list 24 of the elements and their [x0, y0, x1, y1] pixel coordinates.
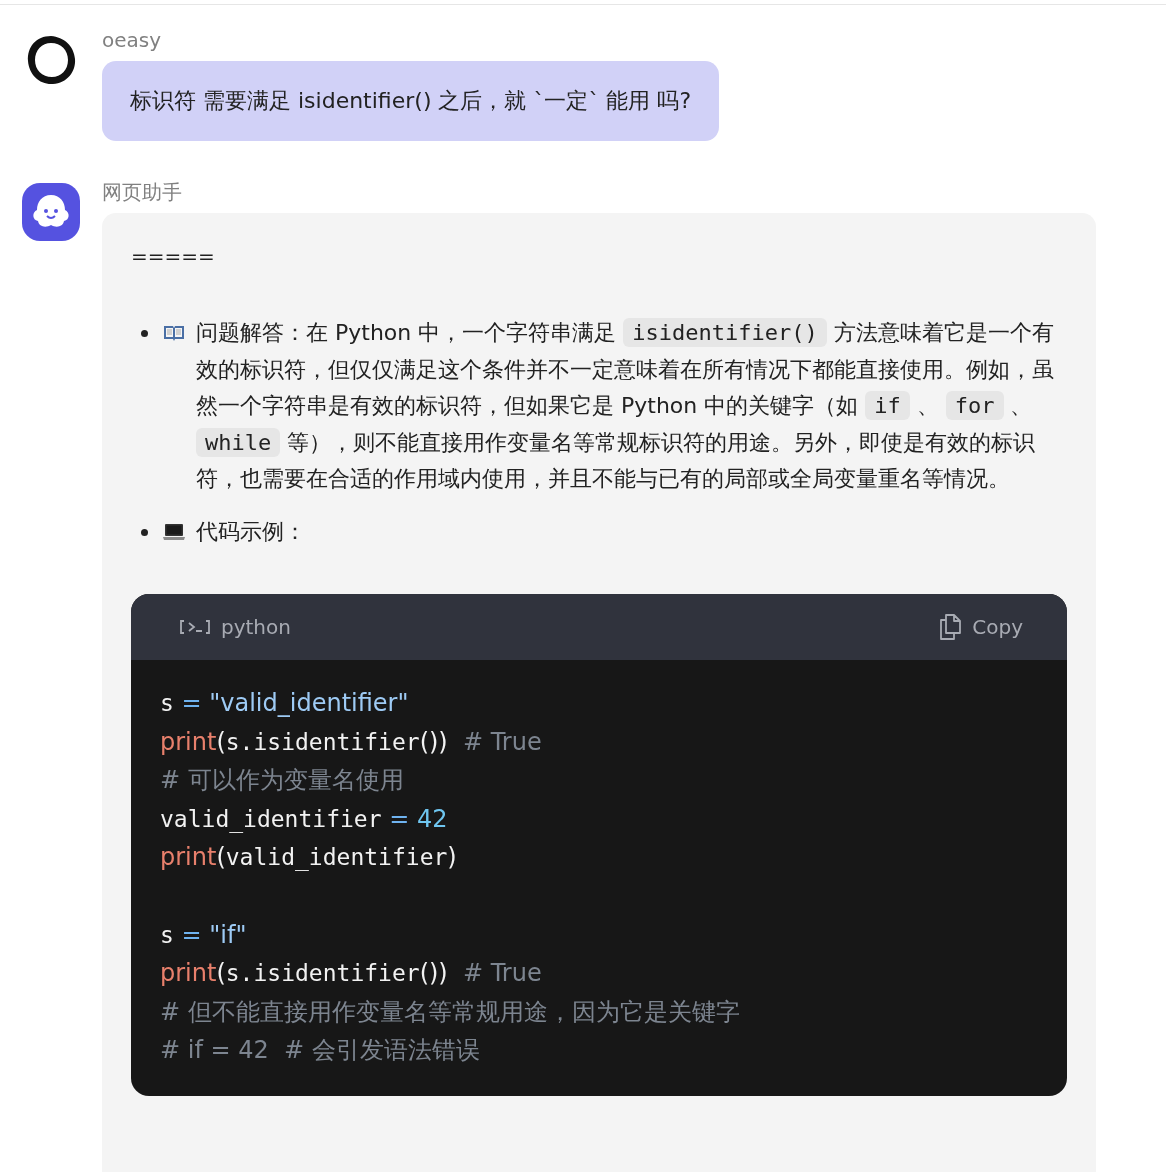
- copy-icon: [938, 613, 963, 641]
- code-line: s = "valid_identifier": [160, 689, 409, 717]
- open-book-icon: [162, 323, 186, 343]
- code-line: s = "if": [160, 920, 247, 949]
- code-line: valid_identifier = 42: [160, 804, 448, 833]
- terminal-icon: [179, 619, 211, 635]
- code-language: python: [221, 615, 291, 639]
- ghost-avatar-icon: [22, 183, 80, 241]
- answer-paragraph: 问题解答：在 Python 中，一个字符串满足 isidentifier() 方法意味着它是一个有效的标识符，但仅仅满足这个条件并不一定意味着在所有情况下都能直接使用。例如，虽然一个字符串是有效的标识符，但如果它是 Python 中的关键字（如 if 、 for 、 while 等），则不能直接用作变量名等常规标识符的用途。另外，即使是有效的标识符，也需要在合适的作用域内使用，并且不能与已有的局部或全局变量重名等情况。: [196, 317, 1055, 493]
- bullet-dot: [141, 330, 148, 337]
- separator-text: =====: [131, 243, 216, 270]
- laptop-icon: [162, 521, 186, 542]
- code-line: print(valid_identifier): [160, 843, 457, 872]
- assistant-name: 网页助手: [102, 179, 182, 205]
- user-message: 标识符 需要满足 isidentifier() 之后，就 `一定` 能用 吗?: [102, 61, 720, 141]
- user-name: oeasy: [102, 27, 162, 53]
- code-line: # 可以作为变量名使用: [160, 766, 404, 795]
- answer-paragraph: 代码示例：: [196, 517, 306, 546]
- bullet-dot: [141, 528, 148, 536]
- copy-button[interactable]: Copy: [938, 613, 1023, 641]
- code-line: # if = 42 # 会引发语法错误: [160, 1036, 480, 1065]
- code-line: print(s.isidentifier()) # True: [160, 727, 542, 756]
- code-line: # 但不能直接用作变量名等常规用途，因为它是关键字: [160, 997, 740, 1026]
- code-line: print(s.isidentifier()) # True: [160, 959, 542, 988]
